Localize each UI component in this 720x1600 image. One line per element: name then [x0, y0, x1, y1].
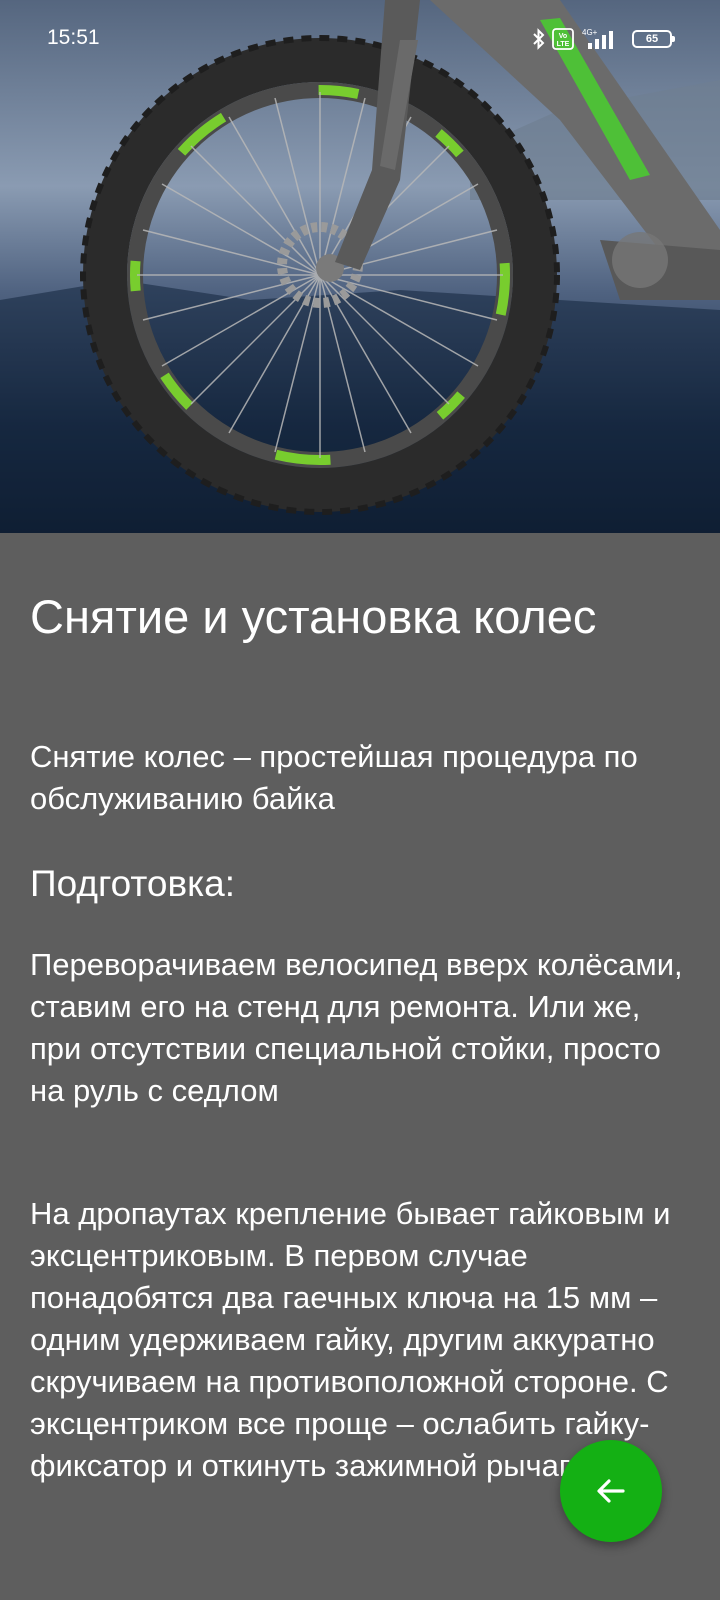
- bluetooth-icon: [533, 28, 545, 50]
- status-icons: Vo LTE 4G+ 65: [532, 24, 675, 54]
- svg-text:Vo: Vo: [559, 33, 567, 40]
- svg-text:4G+: 4G+: [582, 28, 598, 37]
- status-bar: 15:51 Vo LTE 4G+ 65: [0, 0, 720, 80]
- article-lead: Снятие колес – простейшая процедура по о…: [30, 739, 638, 816]
- battery-level: 65: [645, 33, 659, 45]
- back-fab-button[interactable]: [560, 1440, 662, 1542]
- status-time: 15:51: [47, 26, 100, 49]
- article-title: Снятие и установка колес: [30, 590, 597, 643]
- svg-text:LTE: LTE: [557, 41, 570, 48]
- battery-icon: 65: [632, 30, 675, 48]
- section-title: Подготовка:: [30, 863, 236, 904]
- volte-icon: Vo LTE: [552, 28, 574, 50]
- arrow-left-icon: [597, 1479, 625, 1503]
- signal-icon: 4G+: [582, 28, 613, 49]
- paragraph-1: Переворачиваем велосипед вверх колёсами,…: [30, 947, 683, 1108]
